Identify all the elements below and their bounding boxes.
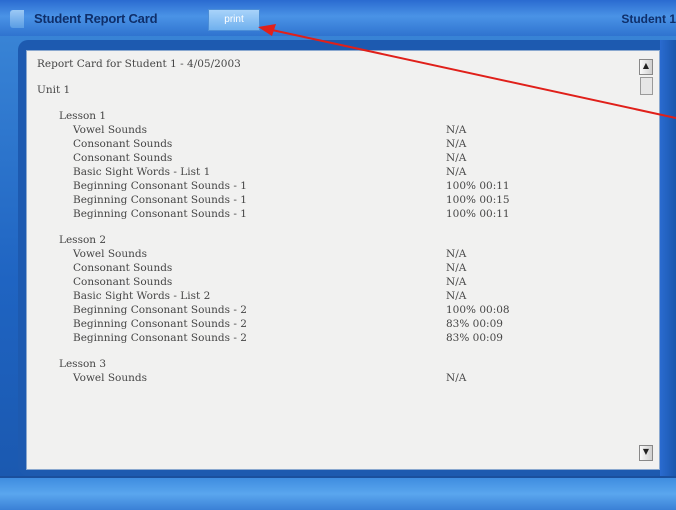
report-row: Beginning Consonant Sounds - 2 83% 00:09 [37,317,627,331]
report-row: Beginning Consonant Sounds - 2 83% 00:09 [37,331,627,345]
activity-score: 83% 00:09 [446,332,503,344]
activity-score: N/A [446,152,467,164]
activity-score: 100% 00:11 [446,208,510,220]
report-row: Consonant Sounds N/A [37,151,627,165]
unit-title: Unit 1 [37,84,71,96]
scrollbar-thumb[interactable] [640,77,653,95]
report-row: Beginning Consonant Sounds - 1 100% 00:11 [37,179,627,193]
activity-name: Beginning Consonant Sounds - 1 [73,208,247,220]
report-row: Consonant Sounds N/A [37,275,627,289]
report-row: Beginning Consonant Sounds - 1 100% 00:11 [37,207,627,221]
report-row: Beginning Consonant Sounds - 1 100% 00:15 [37,193,627,207]
activity-name: Vowel Sounds [73,372,147,384]
print-button[interactable]: print [208,9,260,31]
title-bar: Student Report Card print Student 1 [0,0,676,36]
report-row: Consonant Sounds N/A [37,137,627,151]
activity-name: Consonant Sounds [73,276,173,288]
report-row: Consonant Sounds N/A [37,261,627,275]
report-row: Vowel Sounds N/A [37,123,627,137]
activity-score: 100% 00:15 [446,194,510,206]
activity-score: N/A [446,290,467,302]
activity-name: Consonant Sounds [73,138,173,150]
activity-score: N/A [446,262,467,274]
activity-name: Beginning Consonant Sounds - 1 [73,180,247,192]
activity-score: N/A [446,248,467,260]
activity-name: Consonant Sounds [73,262,173,274]
activity-name: Beginning Consonant Sounds - 2 [73,318,247,330]
report-row: Beginning Consonant Sounds - 2 100% 00:08 [37,303,627,317]
activity-score: 100% 00:08 [446,304,510,316]
scroll-up-arrow-icon[interactable]: ▲ [639,59,653,75]
lesson-title: Lesson 3 [59,358,107,370]
activity-score: N/A [446,276,467,288]
activity-name: Beginning Consonant Sounds - 2 [73,332,247,344]
lesson-title: Lesson 2 [59,234,107,246]
report-row: Basic Sight Words - List 2 N/A [37,289,627,303]
lesson-title: Lesson 1 [59,110,107,122]
student-name-label: Student 1 [621,12,676,26]
window-title: Student Report Card [34,11,158,26]
report-scroll-area[interactable]: Report Card for Student 1 - 4/05/2003 Un… [26,50,660,470]
activity-name: Basic Sight Words - List 2 [73,290,211,302]
report-row: Vowel Sounds N/A [37,371,627,385]
activity-score: N/A [446,166,467,178]
report-row: Vowel Sounds N/A [37,247,627,261]
activity-score: 83% 00:09 [446,318,503,330]
activity-name: Basic Sight Words - List 1 [73,166,211,178]
activity-score: N/A [446,372,467,384]
report-content: Report Card for Student 1 - 4/05/2003 Un… [37,57,627,385]
activity-name: Beginning Consonant Sounds - 1 [73,194,247,206]
activity-name: Beginning Consonant Sounds - 2 [73,304,247,316]
window-menu-icon[interactable] [10,10,24,28]
activity-score: N/A [446,138,467,150]
activity-score: N/A [446,124,467,136]
report-row: Basic Sight Words - List 1 N/A [37,165,627,179]
activity-name: Vowel Sounds [73,124,147,136]
bottom-bar [0,478,676,510]
activity-name: Vowel Sounds [73,248,147,260]
scroll-down-arrow-icon[interactable]: ▼ [639,445,653,461]
activity-name: Consonant Sounds [73,152,173,164]
report-header: Report Card for Student 1 - 4/05/2003 [37,58,241,70]
activity-score: 100% 00:11 [446,180,510,192]
frame-right-edge [660,40,676,476]
